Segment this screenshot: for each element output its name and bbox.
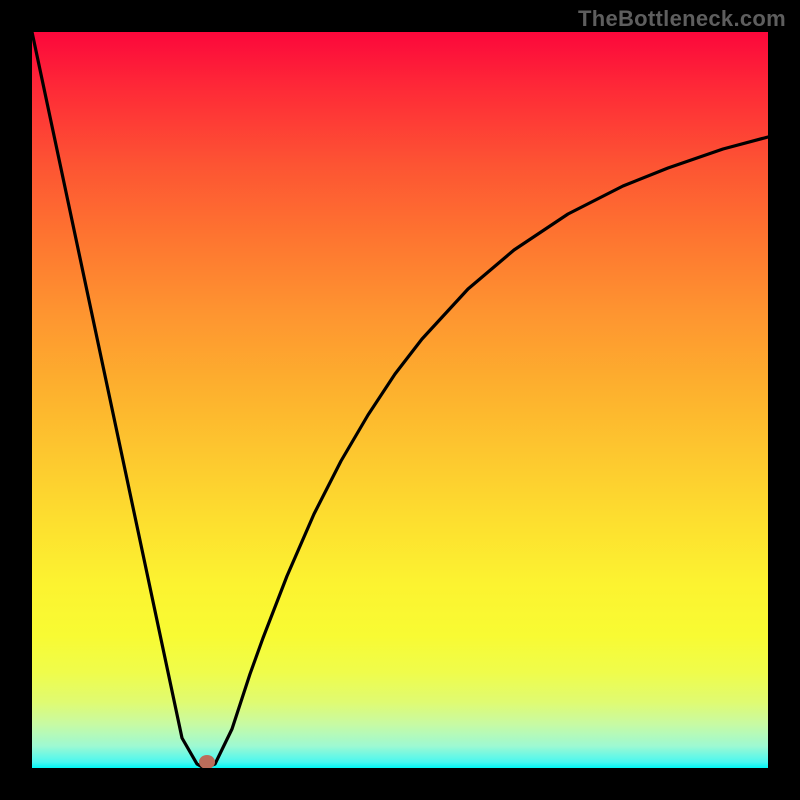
plot-area [32,32,768,768]
marker-dot [199,755,215,768]
bottleneck-curve [32,32,768,768]
chart-svg [32,32,768,768]
frame: TheBottleneck.com [0,0,800,800]
watermark-text: TheBottleneck.com [578,6,786,32]
